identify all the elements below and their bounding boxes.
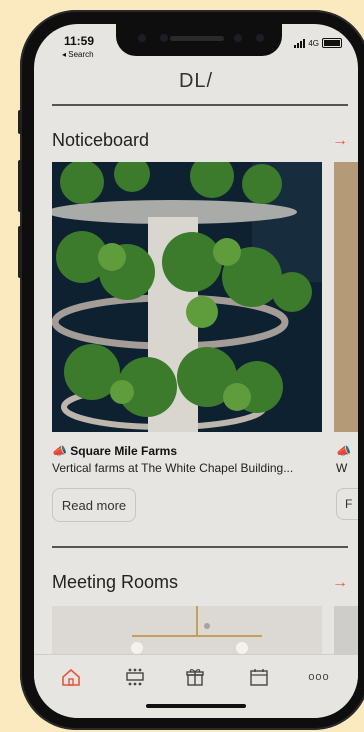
signal-icon bbox=[294, 38, 306, 48]
read-more-button[interactable]: Read more bbox=[52, 488, 136, 522]
next-card-image[interactable] bbox=[334, 162, 358, 432]
camera-icon bbox=[256, 34, 264, 42]
tab-more[interactable]: ooo bbox=[304, 665, 334, 689]
next-card-icon: 📣 bbox=[336, 444, 351, 458]
back-to-search[interactable]: ◂ Search bbox=[62, 50, 94, 59]
battery-icon bbox=[322, 38, 342, 48]
sensor-icon bbox=[160, 34, 168, 42]
megaphone-icon: 📣 bbox=[52, 444, 67, 458]
meeting-room-icon bbox=[126, 668, 144, 686]
notch bbox=[116, 24, 282, 56]
next-card-button[interactable]: F bbox=[336, 488, 358, 520]
card-subtitle: Vertical farms at The White Chapel Build… bbox=[52, 461, 294, 475]
more-icon: ooo bbox=[308, 671, 330, 683]
volume-up-button bbox=[18, 160, 22, 212]
tab-bar: ooo bbox=[34, 654, 358, 718]
tab-bookings[interactable] bbox=[244, 665, 274, 689]
meeting-rooms-title: Meeting Rooms bbox=[52, 572, 179, 592]
section-divider bbox=[52, 546, 348, 548]
tab-home[interactable] bbox=[56, 665, 86, 689]
noticeboard-card-image[interactable] bbox=[52, 162, 322, 432]
mute-switch bbox=[18, 110, 22, 134]
tab-perks[interactable] bbox=[180, 665, 210, 689]
card-title: Square Mile Farms bbox=[70, 444, 178, 458]
vertical-farm-image bbox=[52, 162, 322, 432]
meeting-rooms-arrow-icon[interactable]: → bbox=[332, 574, 348, 592]
noticeboard-arrow-icon[interactable]: → bbox=[332, 132, 348, 150]
home-icon bbox=[62, 668, 80, 686]
status-indicators: 4G bbox=[294, 38, 342, 48]
sensor-icon bbox=[234, 34, 242, 42]
status-time: 11:59 bbox=[64, 34, 95, 48]
noticeboard-title: Noticeboard bbox=[52, 130, 150, 150]
app-screen: 11:59 ◂ Search 4G DL/ Noticeboard → 📣 Sq… bbox=[34, 24, 358, 718]
card-title-row: 📣 Square Mile Farms bbox=[52, 444, 177, 458]
header-divider bbox=[52, 104, 348, 106]
camera-icon bbox=[138, 34, 146, 42]
speaker-grille bbox=[170, 36, 224, 41]
next-card-subtitle: W bbox=[336, 461, 348, 475]
volume-down-button bbox=[18, 226, 22, 278]
calendar-icon bbox=[250, 669, 268, 686]
app-logo: DL/ bbox=[178, 70, 214, 92]
home-indicator[interactable] bbox=[146, 704, 246, 708]
gift-icon bbox=[186, 669, 204, 686]
network-label: 4G bbox=[308, 38, 319, 48]
tab-rooms[interactable] bbox=[120, 665, 150, 689]
